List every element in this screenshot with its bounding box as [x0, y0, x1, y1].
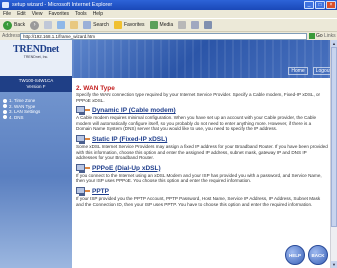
bullet-icon: [3, 115, 7, 120]
option-pptp: PPTP If your ISP provided you the PPTP A…: [76, 186, 328, 207]
logo-area: TRENDnet TRENDnet, Inc.: [0, 40, 72, 76]
computer-icon: [76, 106, 90, 116]
back-wizard-button[interactable]: BACK: [308, 245, 328, 265]
back-arrow-icon: ‹: [3, 20, 12, 30]
step-label: 1. Time Zone: [9, 98, 36, 104]
favorites-button[interactable]: Favorites: [113, 21, 145, 29]
bullet-icon: [3, 104, 7, 109]
wizard-sidebar: TRENDnet TRENDnet, Inc. TW100-S4W1CA Ver…: [0, 40, 72, 268]
browser-icon: [2, 2, 9, 8]
step-wan-type[interactable]: 2. WAN Type: [3, 104, 40, 110]
option-description: If you connect to the Internet using an …: [76, 172, 322, 184]
scroll-up-arrow-icon[interactable]: ▲: [331, 40, 337, 47]
step-lan-settings[interactable]: 3. LAN Settings: [3, 109, 40, 115]
home-icon[interactable]: [70, 21, 79, 29]
bullet-icon: [3, 109, 7, 114]
back-button[interactable]: ‹ Back: [3, 20, 26, 30]
wizard-main: 2. WAN Type Specify the WAN connection t…: [76, 85, 328, 207]
window-title-bar: setup wizard - Microsoft Internet Explor…: [0, 0, 337, 10]
logo-subtitle: TRENDnet, Inc.: [23, 55, 49, 59]
option-dynamic-ip: Dynamic IP (Cable modem) A Cable modem r…: [76, 106, 328, 132]
media-icon: [149, 21, 158, 29]
step-label: 4. DNS: [9, 114, 24, 120]
menu-view[interactable]: View: [32, 10, 43, 18]
step-label: 3. LAN Settings: [9, 109, 41, 115]
content-frame: Home Logout 2. WAN Type Specify the WAN …: [72, 40, 337, 268]
home-link[interactable]: Home: [288, 67, 308, 75]
star-icon: [113, 21, 122, 29]
scroll-thumb[interactable]: [331, 47, 337, 227]
url-field[interactable]: http://192.168.1.1/frame_wizard.htm: [20, 32, 307, 40]
computer-icon: [76, 134, 90, 144]
option-link-static-ip[interactable]: Static IP (Fixed-IP xDSL): [92, 136, 167, 143]
vertical-scrollbar[interactable]: ▲ ▼: [330, 40, 337, 268]
close-button[interactable]: ×: [326, 1, 336, 9]
maximize-button[interactable]: □: [315, 1, 325, 9]
option-link-pppoe[interactable]: PPPoE (Dial-Up xDSL): [92, 165, 161, 172]
menu-file[interactable]: File: [3, 10, 11, 18]
minimize-button[interactable]: _: [304, 1, 314, 9]
history-icon[interactable]: [178, 21, 187, 29]
option-description: A Cable modem requires minimal configura…: [76, 115, 317, 132]
menu-help[interactable]: Help: [93, 10, 103, 18]
stop-icon[interactable]: [44, 21, 53, 29]
option-description: If your ISP provided you the PPTP Accoun…: [76, 195, 321, 207]
section-description: Specify the WAN connection type required…: [76, 92, 321, 103]
wizard-steps: 1. Time Zone 2. WAN Type 3. LAN Settings…: [3, 98, 40, 120]
menu-bar: File Edit View Favorites Tools Help: [0, 10, 337, 18]
menu-favorites[interactable]: Favorites: [48, 10, 69, 18]
back-label: Back: [14, 22, 26, 28]
option-link-dynamic-ip[interactable]: Dynamic IP (Cable modem): [92, 107, 176, 114]
toolbar: ‹ Back › Search Favorites Media: [0, 18, 337, 31]
menu-edit[interactable]: Edit: [17, 10, 26, 18]
go-button[interactable]: Go: [307, 33, 323, 39]
step-dns[interactable]: 4. DNS: [3, 115, 40, 121]
step-time-zone[interactable]: 1. Time Zone: [3, 98, 40, 104]
go-label: Go: [316, 33, 323, 39]
bullet-icon: [3, 98, 7, 103]
print-icon[interactable]: [204, 21, 213, 29]
option-static-ip: Static IP (Fixed-IP xDSL) Some xDSL Inte…: [76, 134, 328, 161]
step-label: 2. WAN Type: [9, 103, 36, 109]
computer-icon: [76, 186, 90, 196]
option-link-pptp[interactable]: PPTP: [92, 188, 109, 195]
search-icon: [83, 21, 92, 29]
trendnet-logo: TRENDnet: [13, 44, 59, 55]
window-title: setup wizard - Microsoft Internet Explor…: [12, 2, 113, 8]
search-button[interactable]: Search: [83, 21, 109, 29]
refresh-icon[interactable]: [57, 21, 66, 29]
media-label: Media: [159, 22, 174, 28]
menu-tools[interactable]: Tools: [75, 10, 87, 18]
forward-button[interactable]: ›: [30, 20, 40, 30]
option-description: Some xDSL Internet Service Providers may…: [76, 143, 328, 161]
mail-icon[interactable]: [191, 21, 200, 29]
model-box: TW100-S4W1CA Version F: [0, 76, 72, 92]
favorites-label: Favorites: [123, 22, 145, 28]
computer-icon: [76, 163, 90, 173]
address-label: Address: [2, 33, 21, 39]
search-label: Search: [93, 22, 109, 28]
help-button[interactable]: HELP: [285, 245, 305, 265]
scroll-down-arrow-icon[interactable]: ▼: [331, 261, 337, 268]
links-button[interactable]: Links: [323, 33, 337, 39]
header-banner: Home Logout: [72, 40, 337, 78]
option-pppoe: PPPoE (Dial-Up xDSL) If you connect to t…: [76, 163, 328, 184]
go-arrow-icon: [309, 33, 315, 39]
section-title: 2. WAN Type: [76, 85, 115, 92]
model-version: Version F: [26, 84, 46, 89]
address-bar: Address http://192.168.1.1/frame_wizard.…: [0, 31, 337, 40]
media-button[interactable]: Media: [149, 21, 174, 29]
